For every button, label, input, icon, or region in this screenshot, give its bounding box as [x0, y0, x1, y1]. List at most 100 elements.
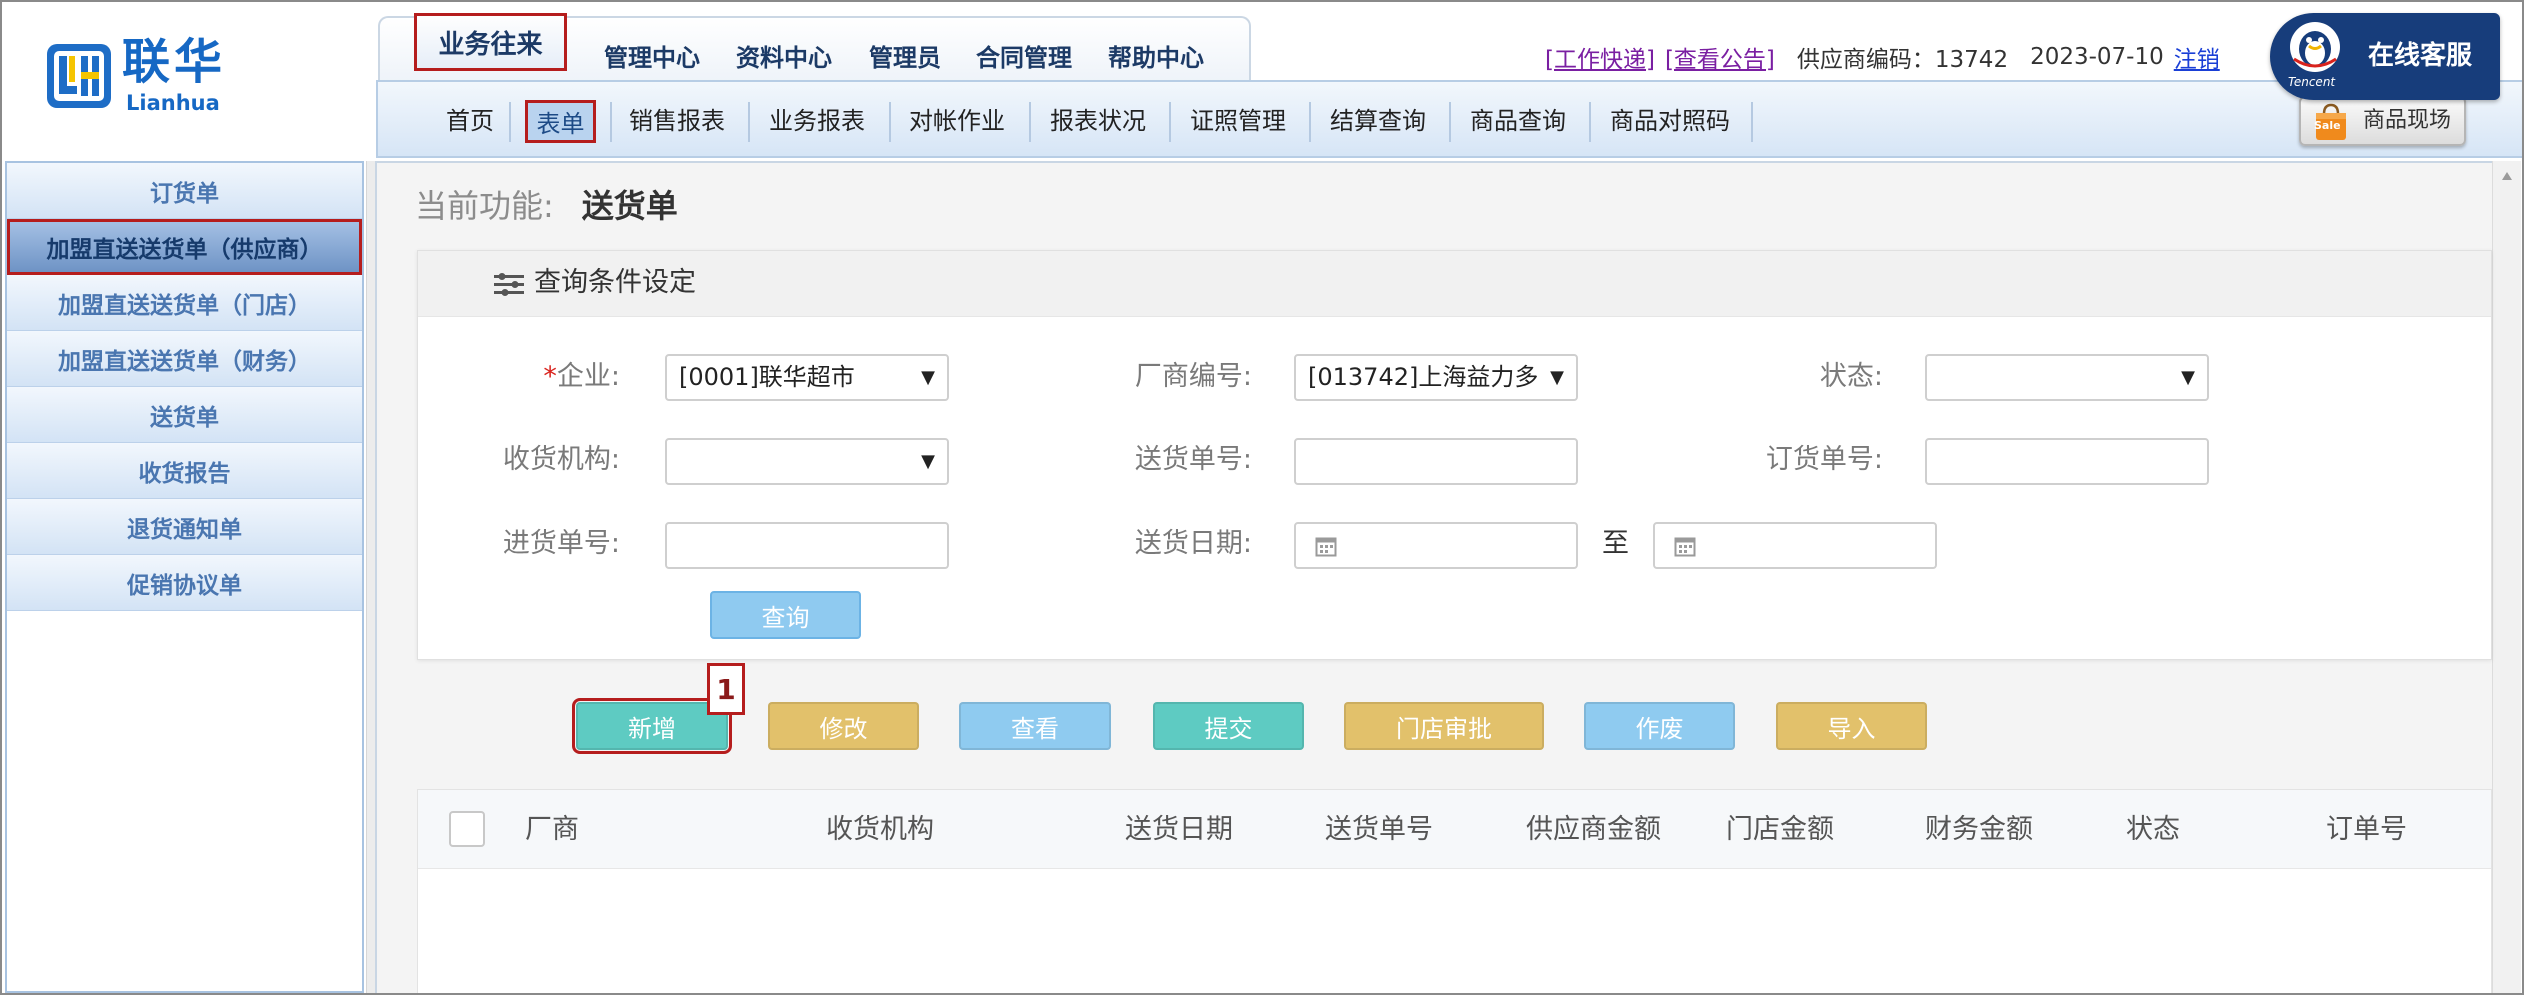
edit-button[interactable]: 修改 — [768, 702, 919, 750]
import-button[interactable]: 导入 — [1776, 702, 1927, 750]
chevron-down-icon: ▼ — [1550, 367, 1564, 388]
tab-help-center[interactable]: 帮助中心 — [1108, 43, 1204, 73]
vertical-scrollbar[interactable] — [2492, 161, 2521, 993]
delivery-no-label: 送货单号: — [1134, 444, 1252, 475]
add-button[interactable]: 新增 — [572, 698, 732, 754]
product-live-button[interactable]: Sale 商品现场 — [2299, 96, 2466, 146]
nav-separator — [1029, 102, 1031, 142]
vendor-code-label: 厂商编号: — [1134, 361, 1252, 392]
online-service-button[interactable]: Tencent 在线客服 — [2270, 13, 2500, 100]
calendar-icon[interactable] — [1674, 535, 1696, 557]
delivery-date-from-field[interactable] — [1294, 522, 1578, 569]
delivery-no-field[interactable] — [1294, 438, 1578, 485]
logo-name-cn: 联华 — [122, 34, 227, 90]
nav-separator — [1169, 102, 1171, 142]
void-button[interactable]: 作废 — [1584, 702, 1735, 750]
delivery-date-to-input[interactable] — [1655, 524, 1935, 567]
delivery-date-label: 送货日期: — [1134, 528, 1252, 559]
store-approval-button[interactable]: 门店审批 — [1344, 702, 1544, 750]
purchase-no-field[interactable] — [665, 522, 949, 569]
sale-bag-text: Sale — [2314, 119, 2341, 132]
order-no-label: 订货单号: — [1765, 444, 1883, 475]
sidebar-item-franchise-direct-delivery-store[interactable]: 加盟直送送货单（门店） — [7, 275, 362, 331]
company-select[interactable]: [0001]联华超市 ▼ — [665, 354, 949, 401]
receiving-org-label: 收货机构: — [502, 444, 620, 475]
sidebar-item-purchase-order[interactable]: 订货单 — [7, 163, 362, 219]
sidebar-item-franchise-direct-delivery-finance[interactable]: 加盟直送送货单（财务） — [7, 331, 362, 387]
current-function-label: 当前功能: — [415, 187, 554, 225]
column-header-delivery-no[interactable]: 送货单号 — [1325, 813, 1433, 847]
product-live-label: 商品现场 — [2363, 108, 2452, 133]
query-button[interactable]: 查询 — [710, 591, 861, 639]
sidebar-item-franchise-direct-delivery-supplier[interactable]: 加盟直送送货单（供应商） — [7, 219, 362, 275]
required-mark: * — [543, 361, 557, 392]
nav-separator — [889, 102, 891, 142]
company-label-text: 企业: — [556, 361, 620, 392]
column-header-order-no[interactable]: 订单号 — [2326, 813, 2407, 847]
nav-separator — [610, 102, 612, 142]
notice-link[interactable]: [查看公告] — [1665, 40, 1775, 74]
filter-list-icon — [494, 273, 524, 296]
table-header — [418, 790, 2491, 869]
chevron-down-icon: ▼ — [2181, 367, 2195, 388]
column-header-status[interactable]: 状态 — [2126, 813, 2180, 847]
calendar-icon[interactable] — [1315, 535, 1337, 557]
nav-sales-report[interactable]: 销售报表 — [629, 106, 725, 136]
view-button[interactable]: 查看 — [959, 702, 1111, 750]
sidebar-item-return-notice[interactable]: 退货通知单 — [7, 499, 362, 555]
work-express-link[interactable]: [工作快递] — [1545, 40, 1655, 74]
vendor-code-select[interactable]: [013742]上海益力多 ▼ — [1294, 354, 1578, 401]
purchase-no-label: 进货单号: — [502, 528, 620, 559]
status-label: 状态: — [1819, 361, 1883, 392]
nav-settlement-query[interactable]: 结算查询 — [1330, 106, 1426, 136]
nav-report-status[interactable]: 报表状况 — [1050, 106, 1146, 136]
sidebar-item-delivery-note[interactable]: 送货单 — [7, 387, 362, 443]
nav-reconciliation[interactable]: 对帐作业 — [909, 106, 1005, 136]
delivery-date-to-field[interactable] — [1653, 522, 1937, 569]
delivery-no-input[interactable] — [1296, 440, 1576, 483]
nav-license-management[interactable]: 证照管理 — [1190, 106, 1286, 136]
company-label: *企业: — [420, 360, 620, 394]
delivery-date-from-input[interactable] — [1296, 524, 1576, 567]
logo-name-en: Lianhua — [126, 91, 220, 115]
sidebar: 订货单 加盟直送送货单（供应商） 加盟直送送货单（门店） 加盟直送送货单（财务）… — [5, 161, 364, 993]
nav-separator — [509, 102, 511, 142]
nav-product-query[interactable]: 商品查询 — [1470, 106, 1566, 136]
scroll-up-arrow-icon[interactable] — [2501, 171, 2513, 181]
nav-business-report[interactable]: 业务报表 — [769, 106, 865, 136]
column-header-vendor[interactable]: 厂商 — [525, 813, 579, 847]
column-header-store-amount[interactable]: 门店金额 — [1726, 813, 1834, 847]
logout-link[interactable]: 注销 — [2174, 40, 2220, 74]
vendor-code-select-value: [013742]上海益力多 — [1308, 363, 1539, 391]
lianhua-logo-icon — [47, 44, 111, 108]
column-header-supplier-amount[interactable]: 供应商金额 — [1526, 813, 1661, 847]
order-no-input[interactable] — [1927, 440, 2207, 483]
sidebar-item-promotion-agreement[interactable]: 促销协议单 — [7, 555, 362, 611]
submit-button[interactable]: 提交 — [1153, 702, 1304, 750]
nav-separator — [1449, 102, 1451, 142]
column-header-receiving-org[interactable]: 收货机构 — [826, 813, 934, 847]
order-no-field[interactable] — [1925, 438, 2209, 485]
tab-administrator[interactable]: 管理员 — [869, 43, 941, 73]
nav-forms-label: 表单 — [536, 110, 585, 138]
nav-forms[interactable]: 表单 — [525, 100, 596, 143]
current-date: 2023-07-10 — [2030, 44, 2164, 70]
tab-contract-management[interactable]: 合同管理 — [976, 43, 1072, 73]
purchase-no-input[interactable] — [667, 524, 947, 567]
column-header-delivery-date[interactable]: 送货日期 — [1125, 813, 1233, 847]
nav-home[interactable]: 首页 — [446, 106, 494, 136]
column-header-finance-amount[interactable]: 财务金额 — [1925, 813, 2033, 847]
query-panel-title: 查询条件设定 — [534, 267, 696, 298]
select-all-checkbox[interactable] — [449, 811, 485, 847]
page-title: 送货单 — [581, 187, 678, 225]
receiving-org-select[interactable]: ▼ — [665, 438, 949, 485]
tab-data-center[interactable]: 资料中心 — [736, 43, 832, 73]
sidebar-item-receiving-report[interactable]: 收货报告 — [7, 443, 362, 499]
lianhua-logo[interactable]: 联华 Lianhua — [40, 0, 260, 150]
tencent-penguin-icon — [2290, 22, 2340, 72]
nav-product-mapping-code[interactable]: 商品对照码 — [1610, 106, 1730, 136]
status-select[interactable]: ▼ — [1925, 354, 2209, 401]
tab-management-center[interactable]: 管理中心 — [604, 43, 700, 73]
tab-business[interactable]: 业务往来 — [414, 13, 567, 71]
tencent-brand-text: Tencent — [2288, 75, 2336, 89]
